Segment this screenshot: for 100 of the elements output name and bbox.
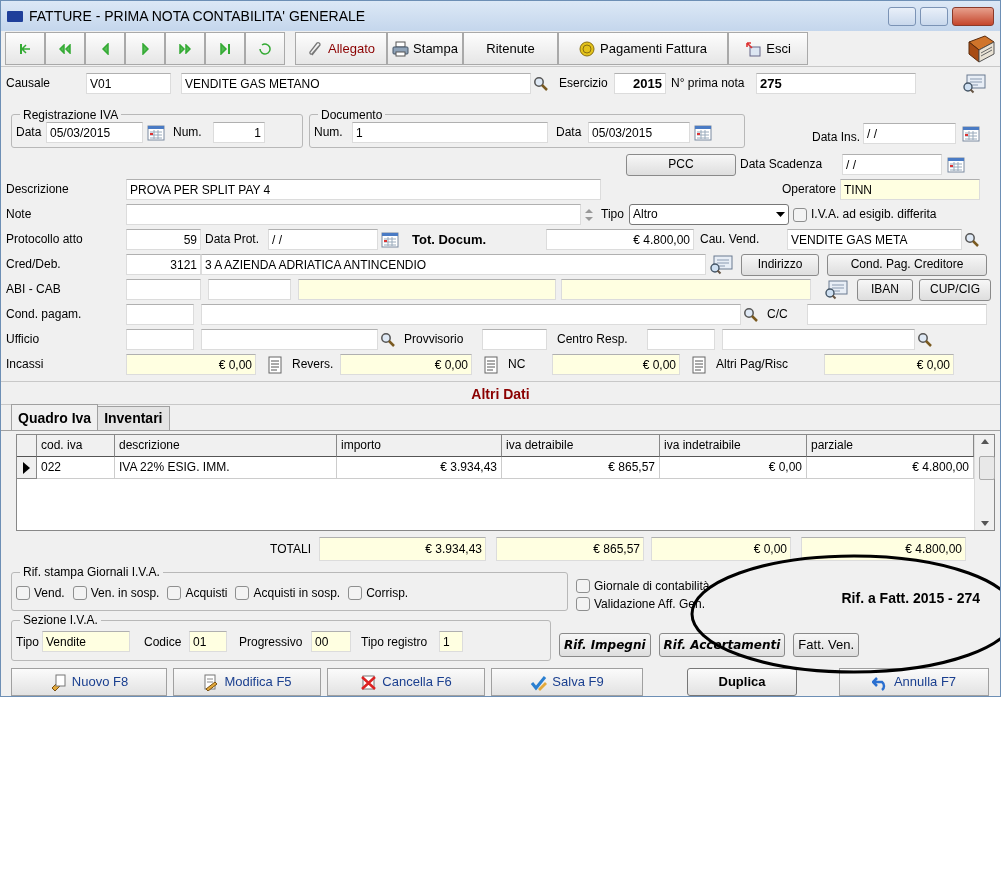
column-header[interactable]: descrizione [115,435,337,457]
fast-back-button[interactable] [45,32,85,65]
last-record-button[interactable] [205,32,245,65]
cup-cig-button[interactable]: CUP/CIG [919,278,991,301]
date-field[interactable]: 05/03/2015 [46,122,143,143]
input-field[interactable]: V01 [86,73,171,94]
input-field[interactable] [126,279,201,300]
reference-button[interactable]: Rif. Impegni [559,633,651,657]
pcc-button[interactable]: PCC [626,153,736,176]
input-field[interactable]: € 4.800,00 [546,229,694,250]
input-field[interactable]: 1 [213,122,265,143]
input-field[interactable]: 275 [756,73,916,94]
input-field[interactable] [807,304,987,325]
cancel-button[interactable]: Annulla F7 [839,668,989,696]
first-record-button[interactable] [5,32,45,65]
field-label: Cau. Vend. [700,232,761,247]
payment-terms-button[interactable]: Cond. Pag. Creditore [827,253,987,276]
input-field[interactable] [201,329,378,350]
tab[interactable]: Inventari [97,406,170,430]
minimize-button[interactable] [888,6,916,26]
save-button[interactable]: Salva F9 [491,668,643,696]
input-field[interactable]: € 4.800,00 [801,537,966,561]
checkbox[interactable] [235,585,250,600]
payments-button[interactable]: Pagamenti Fattura [558,32,728,65]
input-field[interactable]: Vendite [42,631,130,653]
attachment-button[interactable]: Allegato [295,32,387,65]
tab[interactable]: Quadro Iva [11,404,99,430]
checkbox[interactable] [167,585,182,600]
input-field[interactable]: € 0,00 [126,354,256,375]
checkbox[interactable] [793,207,807,222]
edit-button[interactable]: Modifica F5 [173,668,321,696]
input-field[interactable] [298,279,556,300]
dropdown[interactable]: Altro [629,204,789,225]
field-label: Operatore [780,182,836,197]
checkbox[interactable] [576,596,590,611]
refresh-button[interactable] [245,32,285,65]
input-field[interactable]: VENDITE GAS METANO [181,73,531,94]
input-field[interactable]: PROVA PER SPLIT PAY 4 [126,179,601,200]
input-field[interactable] [201,304,741,325]
date-field[interactable]: / / [863,123,956,144]
maximize-button[interactable] [920,6,948,26]
withholding-button[interactable]: Ritenute [463,32,558,65]
column-header[interactable]: iva indetraibile [660,435,807,457]
input-field[interactable]: € 0,00 [552,354,680,375]
input-field[interactable]: € 0,00 [824,354,954,375]
input-field[interactable]: 1 [352,122,548,143]
field-label: Causale [6,76,52,91]
delete-button[interactable]: Cancella F6 [327,668,485,696]
reference-button[interactable]: Fatt. Ven. [793,633,859,657]
input-field[interactable] [647,329,715,350]
address-button[interactable]: Indirizzo [741,253,819,276]
input-field[interactable]: € 3.934,43 [319,537,486,561]
next-button[interactable] [125,32,165,65]
print-button[interactable]: Stampa [387,32,463,65]
input-field[interactable] [126,329,194,350]
calendar-icon[interactable] [378,229,402,250]
input-field[interactable] [722,329,915,350]
input-field[interactable]: 3 A AZIENDA ADRIATICA ANTINCENDIO [201,254,706,275]
scroll-down-icon[interactable] [980,521,989,526]
checkbox[interactable] [72,585,87,600]
invoice-reference: Rif. a Fatt. 2015 - 274 [841,590,980,607]
arrow-icon [59,43,71,54]
text-area[interactable] [126,204,581,225]
input-field[interactable] [482,329,547,350]
input-field[interactable]: € 0,00 [340,354,472,375]
input-field[interactable]: € 865,57 [496,537,644,561]
column-header[interactable]: iva detraibile [502,435,660,457]
input-field[interactable]: 59 [126,229,201,250]
checkbox[interactable] [16,585,30,600]
input-field[interactable] [126,304,194,325]
input-field[interactable]: 00 [311,631,351,653]
date-field[interactable]: / / [842,154,942,175]
fast-forward-button[interactable] [165,32,205,65]
input-field[interactable]: € 0,00 [651,537,791,561]
date-field[interactable]: / / [268,229,378,250]
input-field[interactable]: 3121 [126,254,201,275]
iban-button[interactable]: IBAN [857,278,913,301]
date-field[interactable]: 05/03/2015 [588,122,690,143]
exit-button[interactable]: Esci [728,32,808,65]
book-icon[interactable] [966,33,996,64]
checkbox[interactable] [348,585,363,600]
field-label: Revers. [292,357,335,372]
close-button[interactable] [952,6,994,26]
input-field[interactable] [208,279,291,300]
scroll-up-icon[interactable] [980,439,989,444]
column-header[interactable]: importo [337,435,502,457]
scrollbar-thumb[interactable] [979,455,995,480]
new-button[interactable]: Nuovo F8 [11,668,167,696]
pencil-page-icon [202,673,220,691]
input-field[interactable]: 01 [189,631,227,653]
duplicate-button[interactable]: Duplica [687,668,797,696]
column-header[interactable]: parziale [807,435,974,457]
checkbox[interactable] [576,579,590,594]
input-field[interactable]: VENDITE GAS META [787,229,962,250]
column-header[interactable]: cod. iva [37,435,115,457]
input-field[interactable]: 1 [439,631,463,653]
previous-button[interactable] [85,32,125,65]
input-field[interactable] [561,279,811,300]
input-field[interactable]: 2015 [614,73,666,94]
input-field[interactable]: TINN [840,179,980,200]
